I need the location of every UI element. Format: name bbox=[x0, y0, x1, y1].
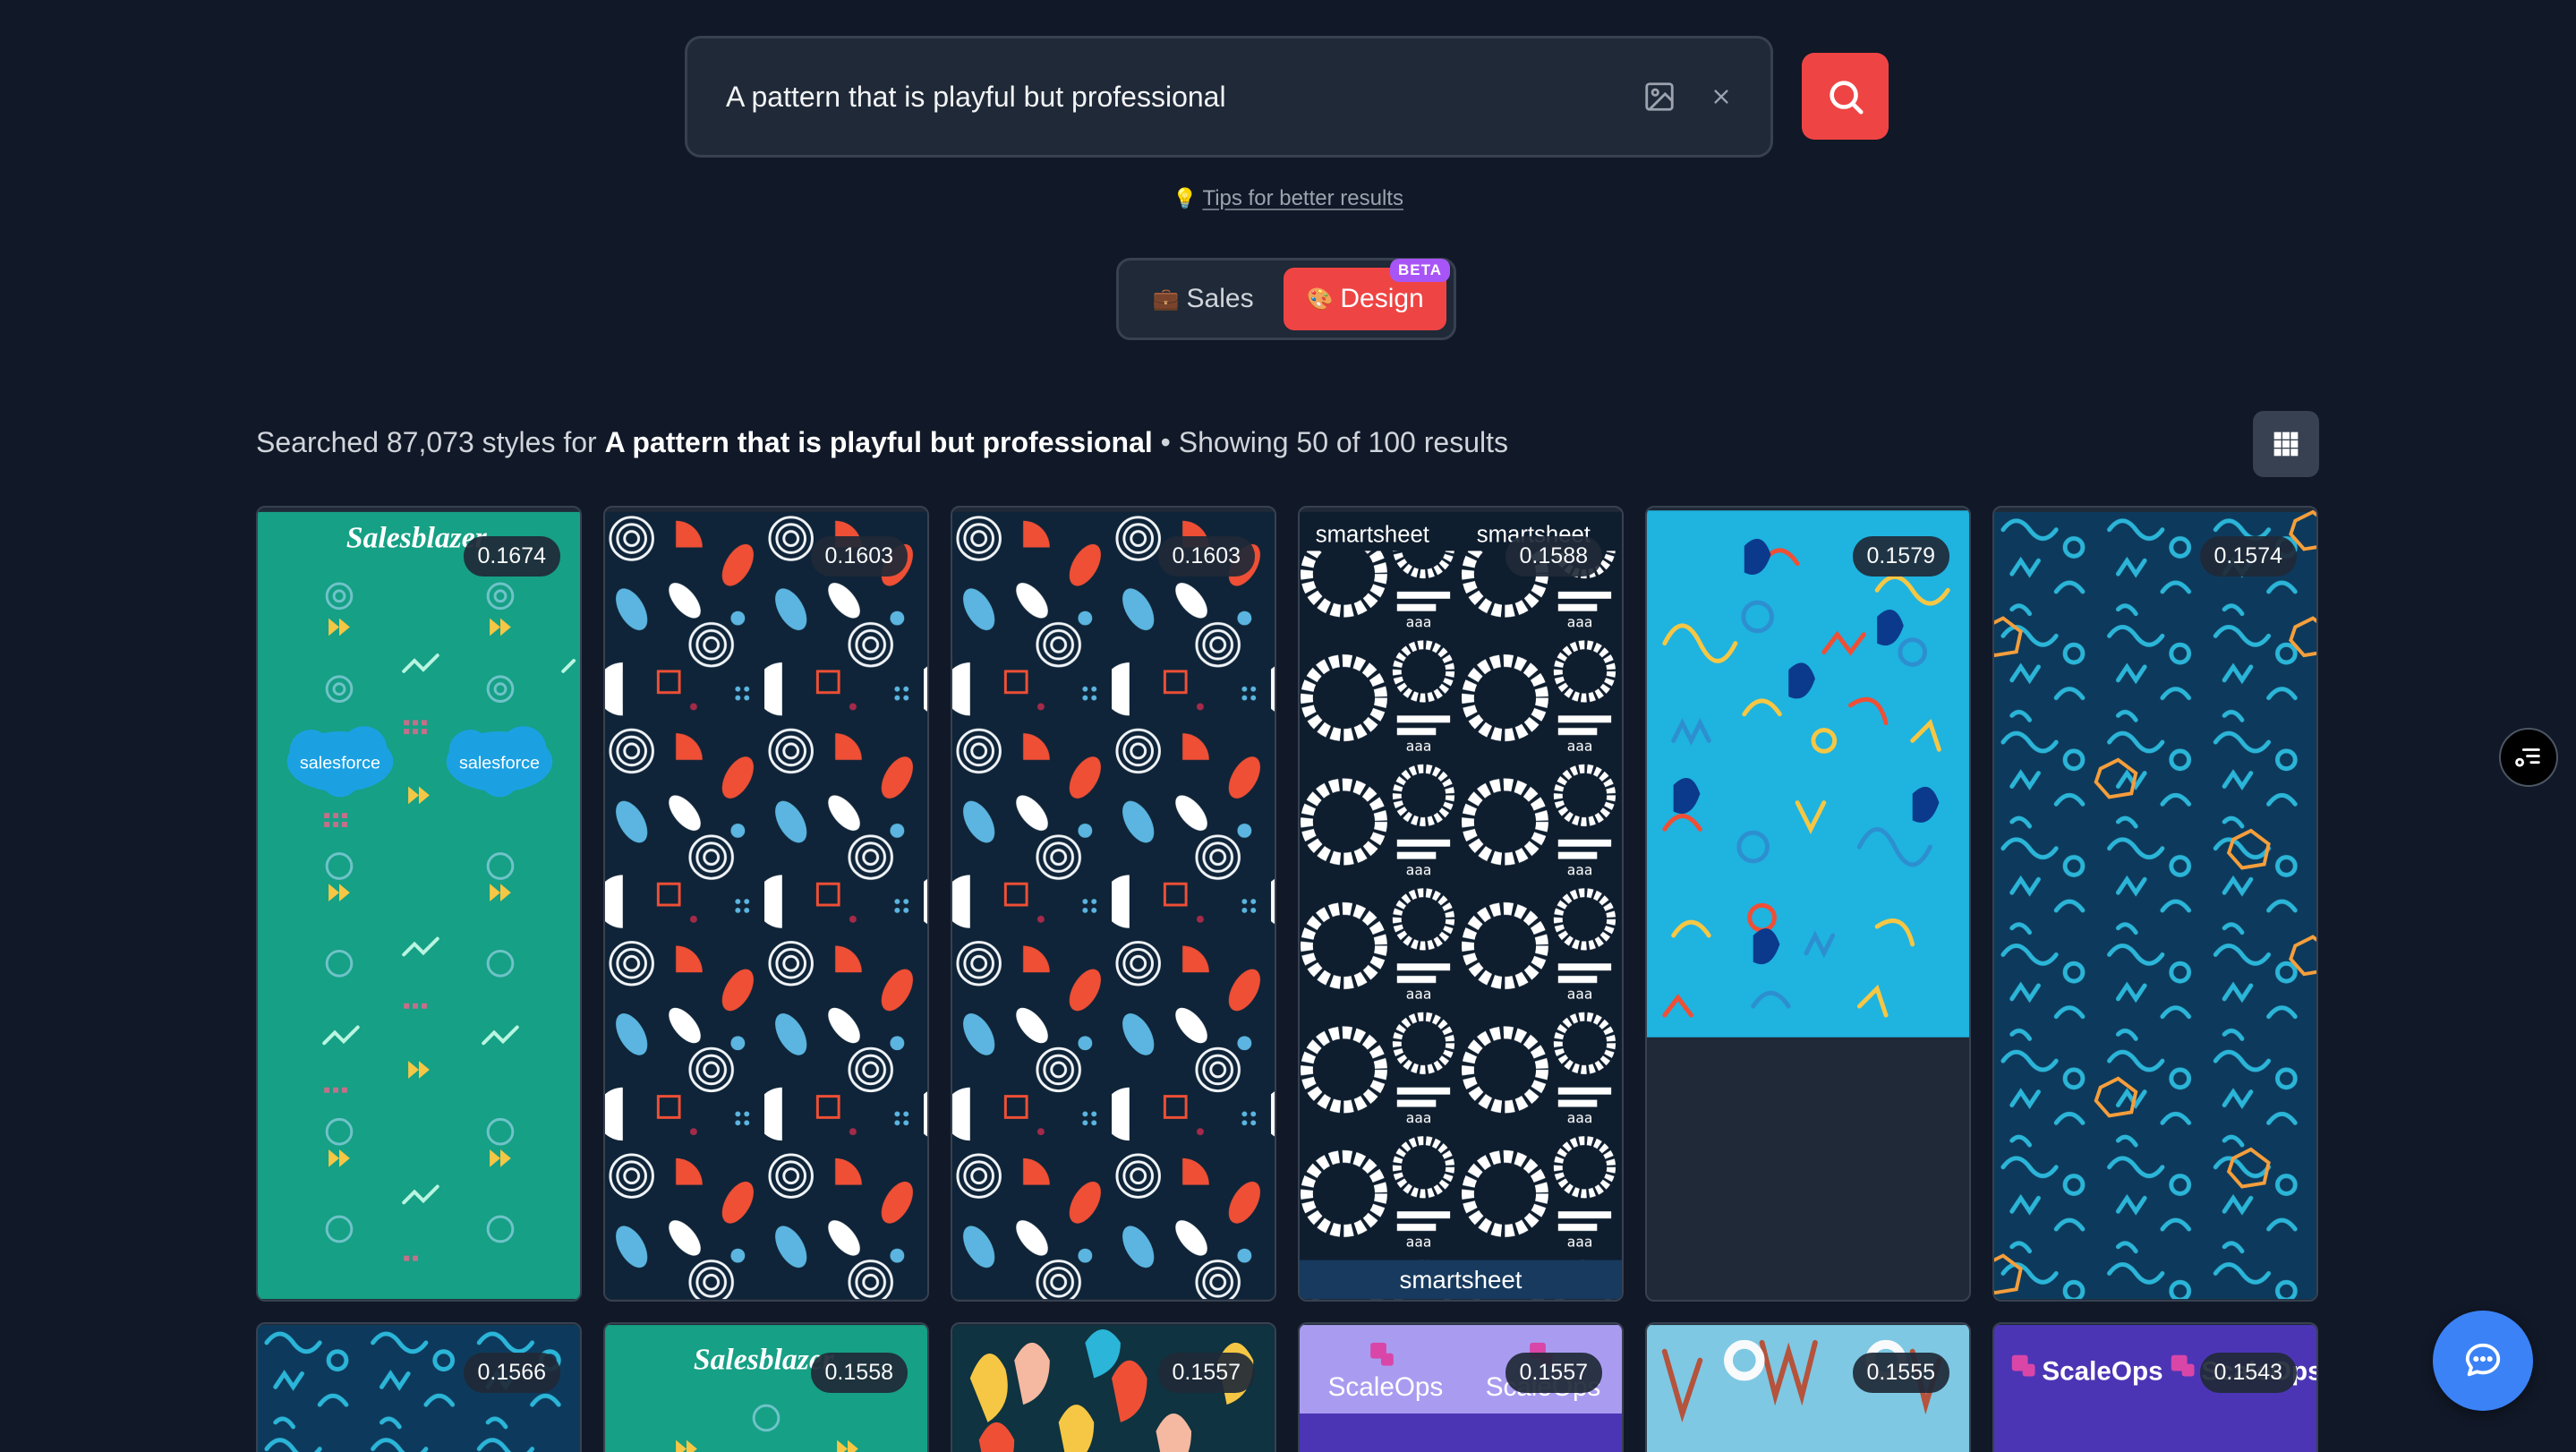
mode-sales-button[interactable]: 💼 Sales bbox=[1126, 268, 1280, 330]
grid-view-button[interactable] bbox=[2253, 411, 2319, 477]
similarity-score: 0.1557 bbox=[1157, 1353, 1255, 1393]
similarity-score: 0.1603 bbox=[810, 536, 908, 577]
similarity-score: 0.1588 bbox=[1505, 536, 1602, 577]
mode-design-label: Design bbox=[1340, 284, 1424, 313]
card-brand-secondary: salesforce bbox=[459, 754, 540, 773]
mode-sales-label: Sales bbox=[1186, 284, 1254, 313]
result-card[interactable]: ScaleOps ScaleOps 0.1557 bbox=[1298, 1322, 1624, 1452]
beta-badge: BETA bbox=[1389, 259, 1450, 282]
close-icon[interactable] bbox=[1708, 83, 1735, 110]
results-prefix: Searched 87,073 styles for bbox=[256, 426, 597, 458]
pattern-preview: Salesblazer bbox=[258, 511, 580, 1300]
grid-icon bbox=[2273, 431, 2299, 457]
result-card[interactable]: ScaleOps ScaleOps 0.1543 bbox=[1992, 1322, 2318, 1452]
search-button[interactable] bbox=[1802, 53, 1889, 140]
similarity-score: 0.1603 bbox=[1157, 536, 1255, 577]
result-card[interactable]: 0.1603 bbox=[951, 506, 1276, 1302]
results-summary: Searched 87,073 styles for A pattern tha… bbox=[256, 426, 1508, 459]
mode-design-button[interactable]: 🎨 Design BETA bbox=[1284, 259, 1450, 330]
similarity-score: 0.1674 bbox=[463, 536, 560, 577]
card-brand: ScaleOps bbox=[1328, 1372, 1444, 1402]
tips-link[interactable]: Tips for better results bbox=[1202, 186, 1403, 210]
lightbulb-icon: 💡 bbox=[1173, 187, 1198, 209]
card-brand: smartsheet bbox=[1316, 523, 1429, 548]
briefcase-icon: 💼 bbox=[1152, 286, 1180, 312]
result-card[interactable]: Salesblazer 0.1558 bbox=[603, 1322, 929, 1452]
pattern-preview bbox=[952, 511, 1275, 1300]
similarity-score: 0.1557 bbox=[1505, 1353, 1602, 1393]
search-input[interactable] bbox=[726, 80, 1642, 114]
image-search-icon[interactable] bbox=[1642, 79, 1677, 115]
card-brand: smartsheet bbox=[1400, 1266, 1523, 1294]
result-card[interactable]: 0.1566 bbox=[256, 1322, 582, 1452]
card-brand: ScaleOps bbox=[2042, 1356, 2162, 1386]
results-query: A pattern that is playful but profession… bbox=[604, 426, 1153, 458]
similarity-score: 0.1555 bbox=[1852, 1353, 1949, 1393]
chat-icon bbox=[2465, 1343, 2501, 1377]
similarity-score: 0.1579 bbox=[1852, 536, 1949, 577]
result-card[interactable]: Salesblazer salesforce salesforce 0.1674 bbox=[256, 506, 582, 1302]
result-card[interactable]: 0.1574 bbox=[1992, 506, 2318, 1302]
chat-button[interactable] bbox=[2433, 1311, 2533, 1411]
palette-icon: 🎨 bbox=[1306, 286, 1334, 312]
card-brand-secondary: salesforce bbox=[300, 754, 380, 773]
similarity-score: 0.1574 bbox=[2199, 536, 2297, 577]
result-card[interactable]: 0.1557 bbox=[951, 1322, 1276, 1452]
pattern-preview bbox=[1994, 509, 2316, 1300]
similarity-score: 0.1558 bbox=[810, 1353, 908, 1393]
tips-row: 💡 Tips for better results bbox=[0, 186, 2576, 211]
pattern-preview bbox=[605, 511, 927, 1300]
result-card[interactable]: 0.1555 bbox=[1645, 1322, 1971, 1452]
search-icon bbox=[1829, 80, 1864, 115]
result-card[interactable]: 0.1579 bbox=[1645, 506, 1971, 1302]
search-bar bbox=[685, 36, 1773, 158]
result-card[interactable]: aaa smartsheet smartsheet smartsheet 0.1… bbox=[1298, 506, 1624, 1302]
similarity-score: 0.1566 bbox=[463, 1353, 560, 1393]
filter-toggle-button[interactable] bbox=[2499, 728, 2558, 787]
mode-toggle: 💼 Sales 🎨 Design BETA bbox=[1116, 258, 1456, 340]
similarity-score: 0.1543 bbox=[2199, 1353, 2297, 1393]
result-card[interactable]: 0.1603 bbox=[603, 506, 929, 1302]
results-suffix: • Showing 50 of 100 results bbox=[1160, 426, 1508, 458]
pattern-preview: aaa smartsheet smartsheet smartsheet bbox=[1300, 511, 1622, 1300]
filter-icon bbox=[2515, 748, 2540, 767]
pattern-preview bbox=[1647, 510, 1969, 1038]
